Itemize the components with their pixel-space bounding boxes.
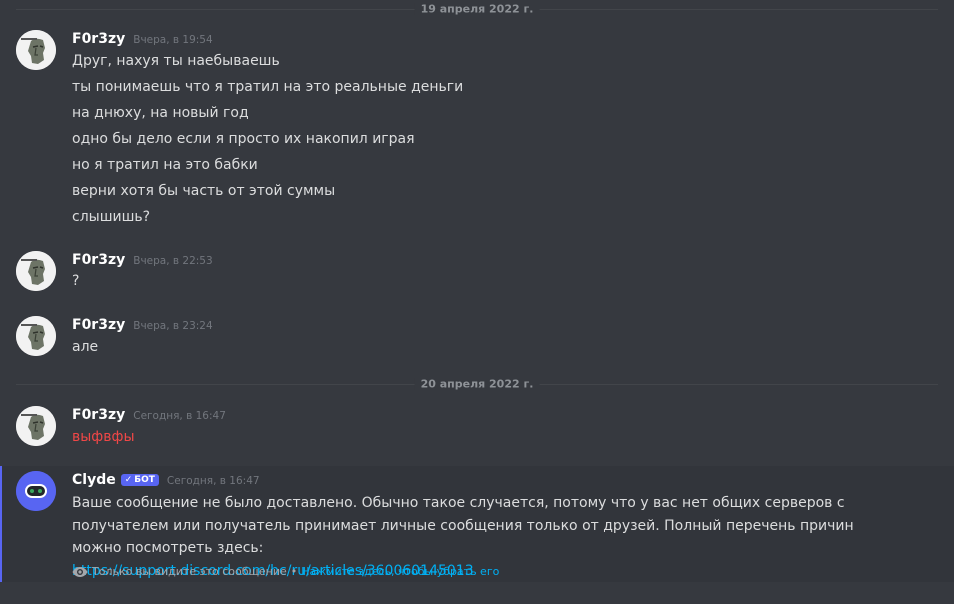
username[interactable]: F0r3zy	[72, 31, 125, 47]
moai-avatar-image	[16, 30, 56, 70]
message-text: на днюху, на новый год	[72, 105, 249, 121]
failed-message-text: выфвфы	[72, 429, 135, 445]
message-header: F0r3zy Вчера, в 23:24	[72, 317, 213, 333]
avatar[interactable]	[16, 316, 56, 356]
clyde-message-accent-bar	[0, 466, 2, 582]
bot-badge-label: БОТ	[134, 475, 155, 485]
moai-avatar-image	[16, 251, 56, 291]
moai-avatar-image	[16, 316, 56, 356]
avatar[interactable]	[16, 30, 56, 70]
timestamp[interactable]: Вчера, в 19:54	[133, 34, 212, 46]
eye-icon	[72, 566, 88, 577]
date-divider-label: 19 апреля 2022 г.	[414, 2, 540, 16]
clyde-avatar[interactable]	[16, 471, 56, 511]
message-header: F0r3zy Вчера, в 22:53	[72, 252, 213, 268]
username[interactable]: F0r3zy	[72, 317, 125, 333]
username[interactable]: F0r3zy	[72, 252, 125, 268]
avatar[interactable]	[16, 251, 56, 291]
moai-avatar-image	[16, 406, 56, 446]
date-divider-label: 20 апреля 2022 г.	[414, 377, 540, 391]
timestamp[interactable]: Вчера, в 22:53	[133, 255, 212, 267]
message-text: ты понимаешь что я тратил на это реальны…	[72, 79, 464, 95]
timestamp[interactable]: Сегодня, в 16:47	[167, 475, 260, 487]
avatar[interactable]	[16, 406, 56, 446]
clyde-message-header: Clyde ✓ БОТ Сегодня, в 16:47	[72, 472, 260, 488]
ephemeral-separator: •	[290, 565, 298, 578]
date-divider: 19 апреля 2022 г.	[16, 2, 938, 16]
ephemeral-note: Только вы видите это сообщение	[92, 565, 287, 578]
message-text: Друг, нахуя ты наебываешь	[72, 53, 280, 69]
message-text: одно бы дело если я просто их накопил иг…	[72, 131, 415, 147]
clyde-bot-icon	[16, 471, 56, 511]
timestamp[interactable]: Сегодня, в 16:47	[133, 410, 226, 422]
bot-badge: ✓ БОТ	[120, 474, 159, 486]
message-text: но я тратил на это бабки	[72, 157, 258, 173]
message-text: але	[72, 339, 99, 355]
clyde-username[interactable]: Clyde	[72, 472, 116, 488]
clyde-message-text: Ваше сообщение не было доставлено. Обычн…	[72, 495, 854, 556]
date-divider: 20 апреля 2022 г.	[16, 377, 938, 391]
message-header: F0r3zy Вчера, в 19:54	[72, 31, 213, 47]
username[interactable]: F0r3zy	[72, 407, 125, 423]
message-text: ?	[72, 273, 80, 289]
timestamp[interactable]: Вчера, в 23:24	[133, 320, 212, 332]
message-header: F0r3zy Сегодня, в 16:47	[72, 407, 226, 423]
dismiss-message-link[interactable]: Нажмите здесь, чтобы убрать его	[301, 565, 499, 578]
message-text: верни хотя бы часть от этой суммы	[72, 183, 336, 199]
ephemeral-notice: Только вы видите это сообщение • Нажмите…	[72, 565, 499, 578]
verified-check-icon: ✓	[124, 475, 133, 485]
message-text: слышишь?	[72, 209, 151, 225]
